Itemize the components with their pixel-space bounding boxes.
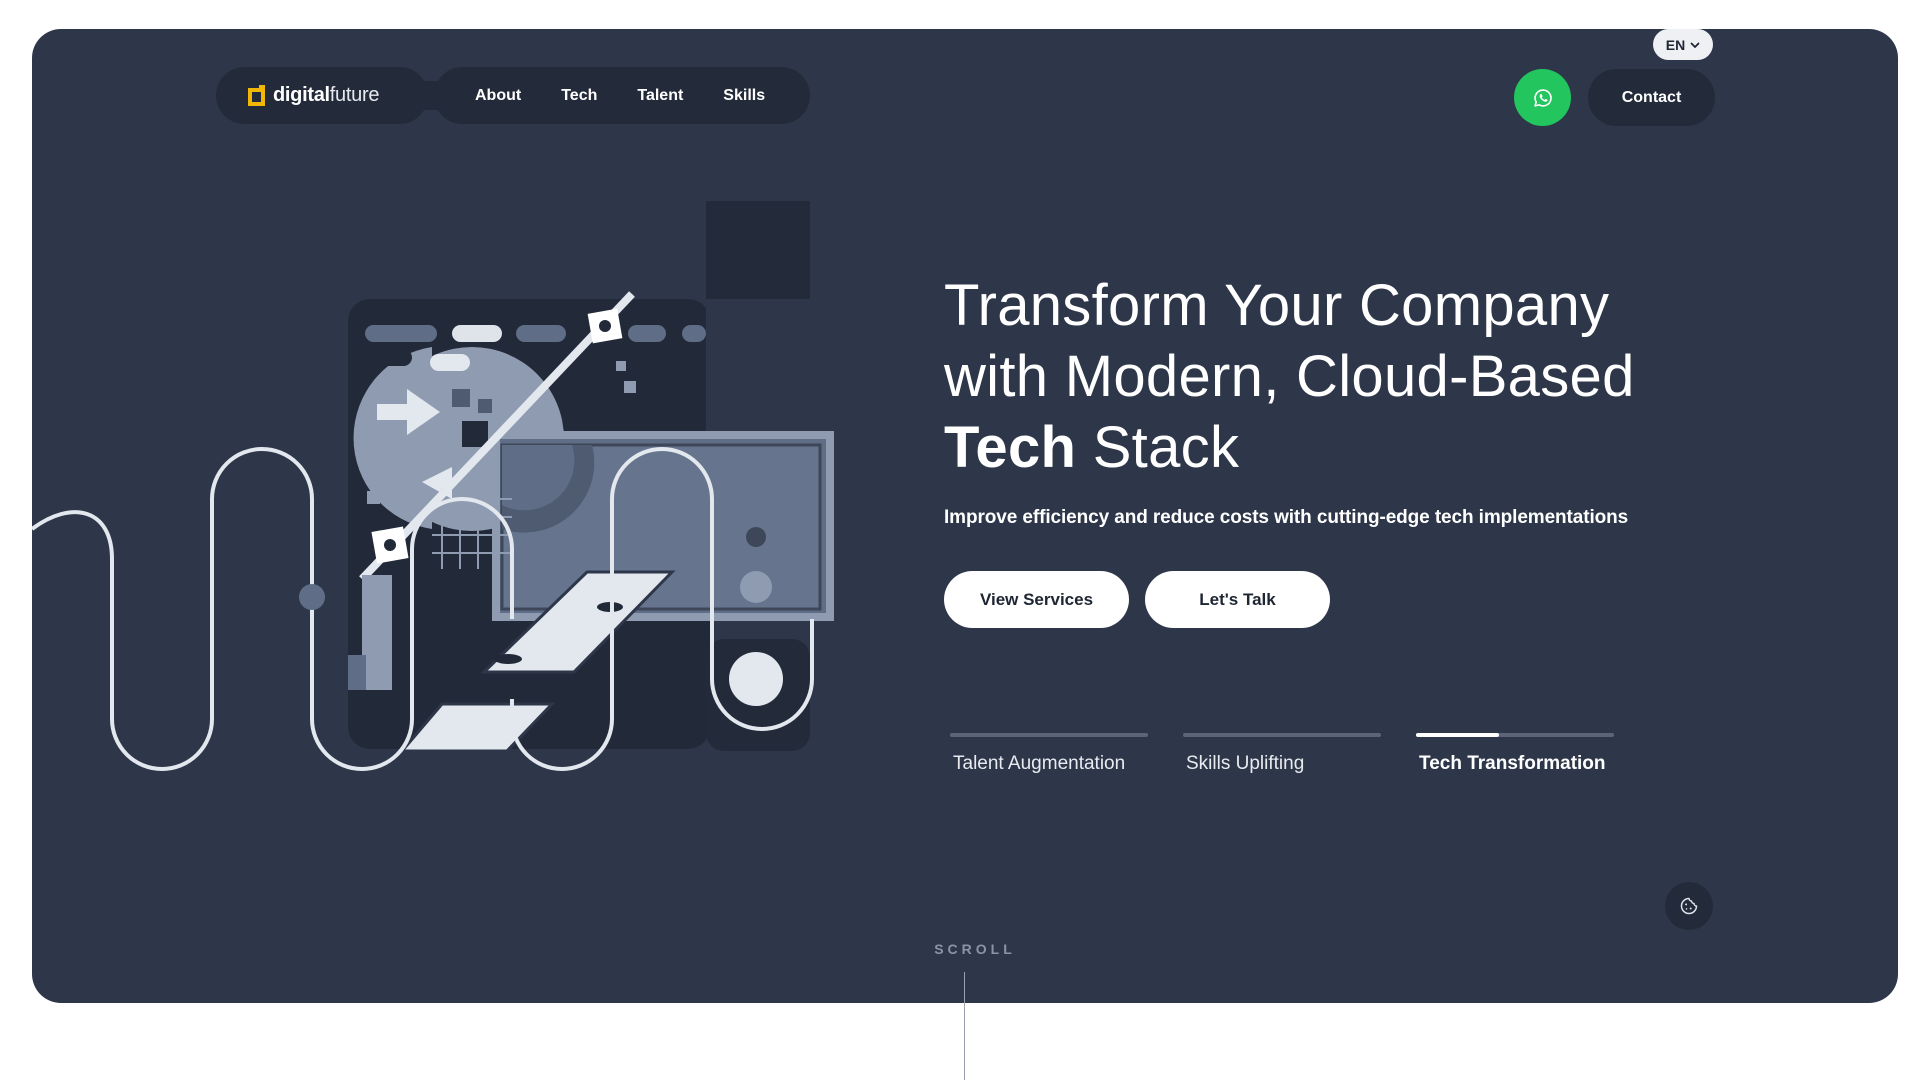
cookie-settings-button[interactable] — [1665, 882, 1713, 930]
nav-link-about[interactable]: About — [475, 87, 521, 105]
whatsapp-icon — [1533, 88, 1552, 107]
main-navigation: digitalfuture About Tech Talent Skills — [216, 67, 810, 124]
hero-section: EN digitalfuture About Tech Talent Skill… — [32, 29, 1898, 1003]
nav-link-tech[interactable]: Tech — [561, 87, 597, 105]
language-switch[interactable]: EN — [1653, 29, 1713, 60]
tab-label: Skills Uplifting — [1186, 753, 1305, 774]
view-services-button[interactable]: View Services — [944, 571, 1129, 628]
tab-progress-bar — [950, 733, 1148, 737]
cookie-icon — [1680, 897, 1698, 915]
headline-line1: Transform Your Company — [944, 273, 1610, 338]
nav-links: About Tech Talent Skills — [434, 67, 810, 124]
hero-subline: Improve efficiency and reduce costs with… — [944, 507, 1629, 528]
language-label: EN — [1665, 36, 1686, 53]
hero-illustration — [32, 201, 834, 771]
headline-strong: Tech — [944, 415, 1077, 480]
tab-progress-bar — [1416, 733, 1614, 737]
chevron-down-icon — [1690, 42, 1700, 48]
tab-progress-bar — [1183, 733, 1381, 737]
lets-talk-button[interactable]: Let's Talk — [1145, 571, 1330, 628]
logo-text-light: future — [329, 84, 380, 106]
hero-headline: Transform Your Company with Modern, Clou… — [944, 270, 1704, 483]
contact-button[interactable]: Contact — [1588, 69, 1715, 126]
tab-progress-fill — [1416, 733, 1500, 737]
whatsapp-button[interactable] — [1514, 69, 1571, 126]
headline-rest: Stack — [1076, 415, 1240, 480]
tab-label: Tech Transformation — [1419, 753, 1606, 774]
nav-link-talent[interactable]: Talent — [637, 87, 683, 105]
logo-text-bold: digital — [273, 84, 330, 106]
tab-label: Talent Augmentation — [953, 753, 1126, 774]
scroll-indicator-label: SCROLL — [934, 941, 1016, 957]
scroll-indicator-line — [964, 972, 965, 1080]
nav-link-skills[interactable]: Skills — [723, 87, 765, 105]
logo-wordmark: digitalfuture — [273, 84, 379, 107]
logo-link[interactable]: digitalfuture — [216, 67, 428, 124]
logo-icon — [248, 84, 265, 106]
headline-line2: with Modern, Cloud-Based — [944, 344, 1635, 409]
